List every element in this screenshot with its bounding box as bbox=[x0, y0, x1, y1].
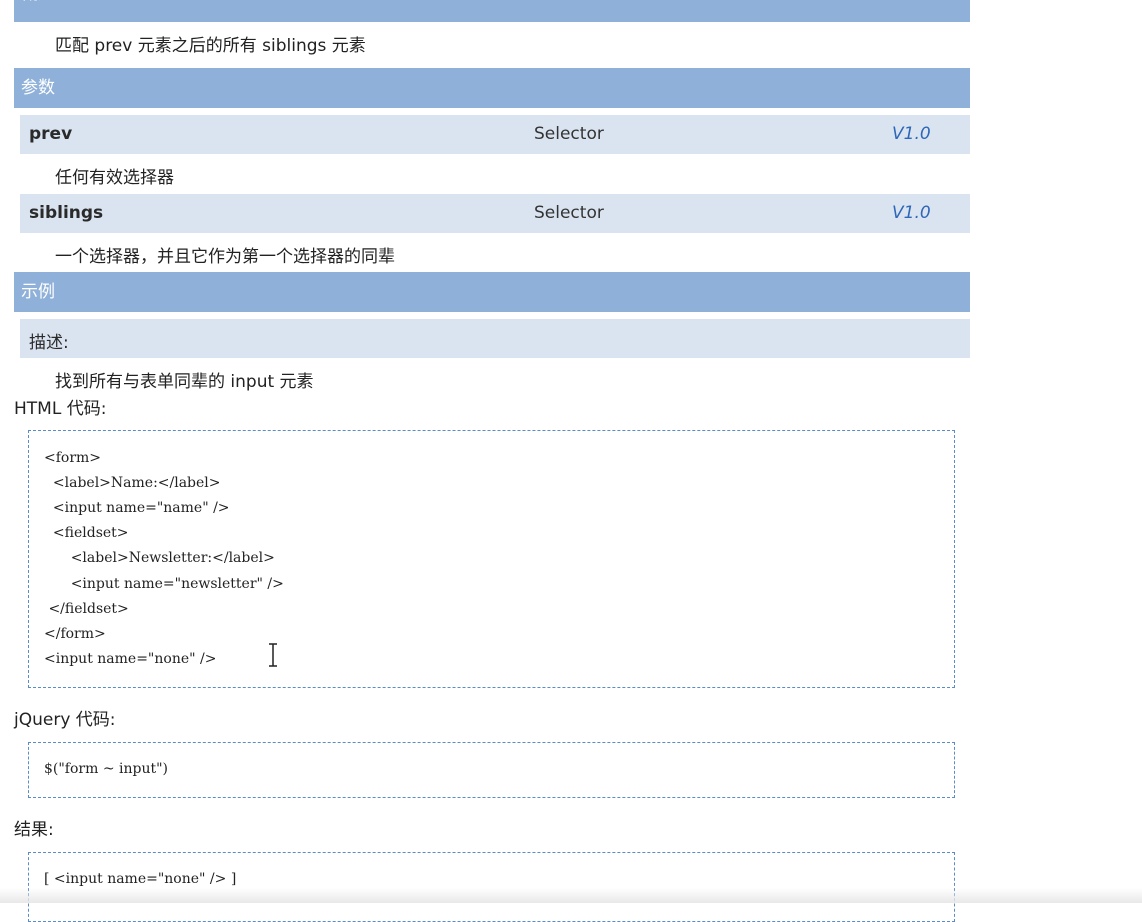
param-name: siblings bbox=[29, 203, 104, 223]
example-description-row: 描述: bbox=[20, 319, 970, 358]
html-code-label: HTML 代码: bbox=[14, 399, 107, 419]
code-line: <label>Name:</label> bbox=[44, 475, 221, 491]
section-title: 示例 bbox=[21, 282, 55, 302]
section-title: 概述 bbox=[21, 0, 55, 4]
code-line: $("form ~ input") bbox=[44, 761, 169, 777]
code-line: <input name="none" /> bbox=[44, 651, 217, 667]
param-row-siblings: siblings Selector V1.0 bbox=[20, 194, 970, 233]
section-header-examples: 示例 bbox=[14, 272, 970, 312]
result-code-box bbox=[28, 852, 955, 922]
jquery-code-label: jQuery 代码: bbox=[14, 710, 116, 730]
example-description-label: 描述: bbox=[29, 333, 69, 353]
param-type: Selector bbox=[534, 124, 604, 144]
bottom-fade bbox=[0, 888, 1142, 903]
code-line: <fieldset> bbox=[44, 525, 129, 541]
section-title: 参数 bbox=[21, 78, 55, 98]
result-label: 结果: bbox=[14, 820, 54, 840]
param-version: V1.0 bbox=[892, 124, 931, 144]
code-line: </form> bbox=[44, 626, 106, 642]
param-description: 一个选择器，并且它作为第一个选择器的同辈 bbox=[55, 247, 395, 267]
param-description: 任何有效选择器 bbox=[55, 168, 174, 188]
code-line: <input name="newsletter" /> bbox=[44, 576, 284, 592]
section-header-params: 参数 bbox=[14, 68, 970, 108]
param-version: V1.0 bbox=[892, 203, 931, 223]
code-line: <label>Newsletter:</label> bbox=[44, 550, 275, 566]
text-cursor-icon bbox=[269, 643, 277, 667]
overview-text: 匹配 prev 元素之后的所有 siblings 元素 bbox=[55, 36, 366, 56]
code-line: <input name="name" /> bbox=[44, 500, 230, 516]
code-line: [ <input name="none" /> ] bbox=[44, 871, 237, 887]
param-row-prev: prev Selector V1.0 bbox=[20, 115, 970, 154]
code-line: </fieldset> bbox=[44, 601, 129, 617]
section-header-overview: 概述 bbox=[14, 0, 970, 22]
param-type: Selector bbox=[534, 203, 604, 223]
example-description-text: 找到所有与表单同辈的 input 元素 bbox=[55, 372, 314, 392]
param-name: prev bbox=[29, 124, 73, 144]
code-line: <form> bbox=[44, 450, 102, 466]
